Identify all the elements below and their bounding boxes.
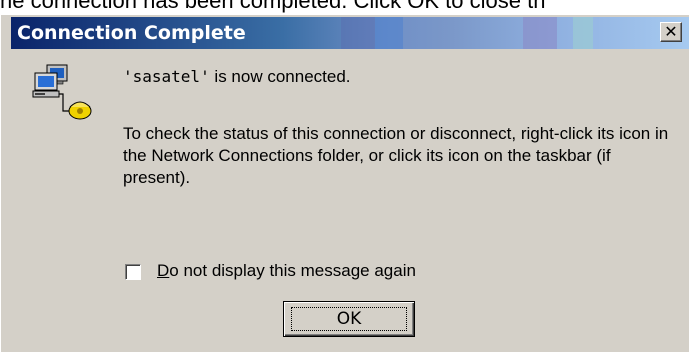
connection-name: 'sasatel' xyxy=(123,67,210,86)
instructions-text: To check the status of this connection o… xyxy=(123,124,669,187)
close-button[interactable]: ✕ xyxy=(660,22,682,42)
connection-complete-dialog: Connection Complete ✕ 'sasatel' is now c… xyxy=(0,14,689,352)
dont-show-again-checkbox[interactable] xyxy=(125,264,141,280)
close-icon: ✕ xyxy=(664,22,678,41)
checkbox-label-rest: o not display this message again xyxy=(169,261,416,280)
dont-show-again-label[interactable]: Do not display this message again xyxy=(157,261,416,281)
connection-status-message: 'sasatel' is now connected. xyxy=(123,67,351,87)
title-bar[interactable]: Connection Complete ✕ xyxy=(11,17,689,49)
ok-button[interactable]: OK xyxy=(283,301,415,337)
dialog-title: Connection Complete xyxy=(17,22,246,44)
connected-text: is now connected. xyxy=(209,67,351,86)
checkbox-label-accelerator: D xyxy=(157,261,170,280)
ok-button-label: OK xyxy=(336,309,362,329)
network-connection-icon xyxy=(32,64,92,120)
